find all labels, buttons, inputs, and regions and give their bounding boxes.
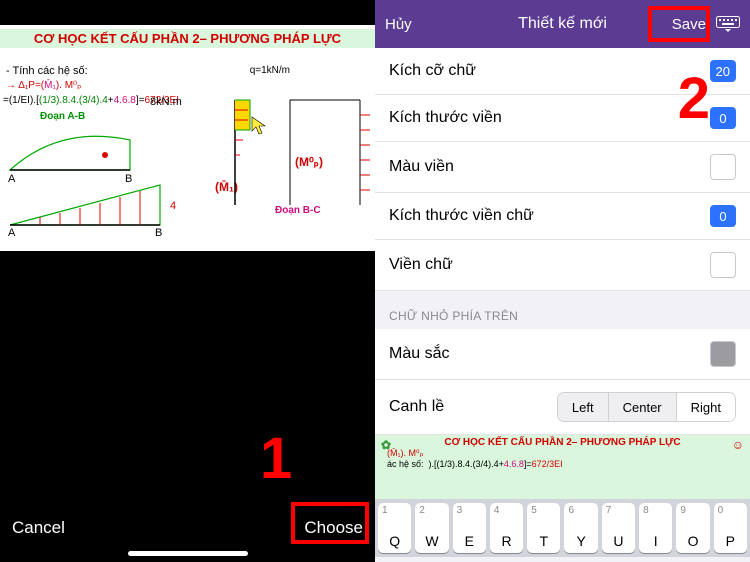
value-box[interactable]: 20 xyxy=(710,60,736,82)
row-label: Kích cỡ chữ xyxy=(389,62,476,80)
color-swatch[interactable] xyxy=(710,252,736,278)
align-center-button[interactable]: Center xyxy=(608,393,676,421)
save-button[interactable]: Save xyxy=(672,16,706,33)
selected-image-preview: CƠ HỌC KẾT CẤU PHẦN 2– PHƯƠNG PHÁP LỰC -… xyxy=(0,25,375,251)
align-left-button[interactable]: Left xyxy=(558,393,608,421)
keyboard-icon[interactable] xyxy=(716,16,740,32)
preview-line: (M̄₁). M⁰ₚ xyxy=(381,448,744,459)
align-segmented-control[interactable]: Left Center Right xyxy=(557,392,736,422)
header-cancel-button[interactable]: Hủy xyxy=(385,16,412,33)
annotation-highlight xyxy=(291,502,369,544)
preview-title: CƠ HỌC KẾT CẤU PHẦN 2– PHƯƠNG PHÁP LỰC xyxy=(444,437,680,448)
diagram-sketch xyxy=(0,85,375,251)
value-box[interactable]: 0 xyxy=(710,107,736,129)
key-y[interactable]: 6Y xyxy=(564,503,597,553)
key-w[interactable]: 2W xyxy=(415,503,448,553)
row-label: Viền chữ xyxy=(389,256,453,274)
row-label: Kích thước viền chữ xyxy=(389,207,534,225)
editor-header: Hủy Thiết kế mới Save xyxy=(375,0,750,48)
home-indicator xyxy=(128,551,248,556)
cancel-button[interactable]: Cancel xyxy=(12,518,65,538)
row-border-color[interactable]: Màu viền xyxy=(375,142,750,193)
section-header: CHỮ NHỎ PHÍA TRÊN xyxy=(375,291,750,329)
settings-list-2: Màu sắc Canh lề Left Center Right xyxy=(375,329,750,435)
design-editor-pane: Hủy Thiết kế mới Save 2 Kích cỡ chữ 20 K… xyxy=(375,0,750,562)
slide-title: CƠ HỌC KẾT CẤU PHẦN 2– PHƯƠNG PHÁP LỰC xyxy=(0,29,375,48)
text-line: - Tính các hệ số: xyxy=(6,65,88,77)
value-box[interactable]: 0 xyxy=(710,205,736,227)
key-r[interactable]: 4R xyxy=(490,503,523,553)
key-i[interactable]: 8I xyxy=(639,503,672,553)
key-p[interactable]: 0P xyxy=(714,503,747,553)
row-color[interactable]: Màu sắc xyxy=(375,329,750,380)
preview-line: ác hệ số: ).[(1/3).8.4.(3/4).4+4.6.8]=67… xyxy=(381,459,744,469)
image-picker-pane: CƠ HỌC KẾT CẤU PHẦN 2– PHƯƠNG PHÁP LỰC -… xyxy=(0,0,375,562)
color-swatch[interactable] xyxy=(710,341,736,367)
live-preview: ✿ CƠ HỌC KẾT CẤU PHẦN 2– PHƯƠNG PHÁP LỰC… xyxy=(375,435,750,499)
key-q[interactable]: 1Q xyxy=(378,503,411,553)
align-right-button[interactable]: Right xyxy=(676,393,735,421)
row-align: Canh lề Left Center Right xyxy=(375,380,750,435)
row-text-border-size[interactable]: Kích thước viền chữ 0 xyxy=(375,193,750,240)
key-e[interactable]: 3E xyxy=(453,503,486,553)
annotation-2: 2 xyxy=(678,65,710,132)
keyboard-row[interactable]: 1Q2W3E4R5T6Y7U8I9O0P xyxy=(375,499,750,557)
emoji-icon[interactable]: ☺ xyxy=(732,438,744,452)
annotation-1: 1 xyxy=(260,425,292,492)
row-label: Màu sắc xyxy=(389,345,449,363)
color-swatch[interactable] xyxy=(710,154,736,180)
row-label: Canh lề xyxy=(389,398,444,416)
q-label: q=1kN/m xyxy=(250,65,290,76)
header-title: Thiết kế mới xyxy=(518,15,607,33)
key-t[interactable]: 5T xyxy=(527,503,560,553)
row-label: Màu viền xyxy=(389,158,454,176)
key-o[interactable]: 9O xyxy=(676,503,709,553)
row-label: Kích thước viền xyxy=(389,109,502,127)
row-text-border[interactable]: Viền chữ xyxy=(375,240,750,291)
gear-icon[interactable]: ✿ xyxy=(381,438,391,452)
key-u[interactable]: 7U xyxy=(602,503,635,553)
